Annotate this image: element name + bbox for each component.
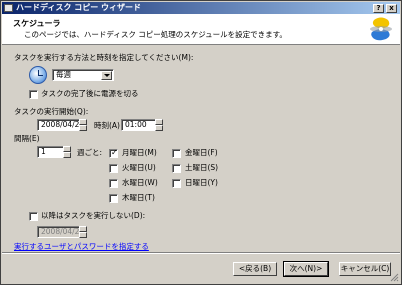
resize-grip-icon[interactable] bbox=[390, 273, 399, 282]
start-label: タスクの実行開始(Q): bbox=[14, 107, 89, 116]
wednesday-label: 水曜日(W) bbox=[122, 178, 158, 187]
interval-unit: 週ごと: bbox=[77, 148, 103, 157]
wizard-header: スケジューラ このページでは、ハードディスク コピー処理のスケジュールを設定でき… bbox=[2, 14, 400, 45]
friday-checkbox[interactable] bbox=[172, 149, 181, 158]
wednesday-checkbox[interactable] bbox=[109, 179, 118, 188]
sunday-label: 日曜日(Y) bbox=[185, 178, 218, 187]
page-description: このページでは、ハードディスク コピー処理のスケジュールを設定できます。 bbox=[24, 30, 287, 39]
wizard-icon bbox=[4, 4, 13, 12]
specify-user-password-link[interactable]: 実行するユーザとパスワードを指定する bbox=[14, 241, 149, 252]
friday-label: 金曜日(F) bbox=[185, 148, 218, 157]
schedule-type-select[interactable]: 毎週 bbox=[52, 69, 114, 81]
end-date-label: 以降はタスクを実行しない(D): bbox=[41, 211, 146, 220]
saturday-checkbox[interactable] bbox=[172, 164, 181, 173]
chevron-down-icon[interactable] bbox=[101, 71, 112, 80]
end-date-value: 2008/04/21 bbox=[41, 227, 85, 236]
title-bar: ハードディスク コピー ウィザード ? x bbox=[2, 2, 400, 14]
start-time-value: 01:00 bbox=[125, 120, 147, 129]
interval-value: 1 bbox=[41, 147, 46, 156]
end-date-checkbox[interactable] bbox=[29, 212, 38, 221]
wizard-window: ハードディスク コピー ウィザード ? x スケジューラ このページでは、ハード… bbox=[0, 0, 402, 285]
start-time-spinner[interactable] bbox=[155, 119, 163, 131]
schedule-type-value: 毎週 bbox=[56, 70, 71, 79]
tuesday-label: 火曜日(U) bbox=[122, 163, 156, 172]
interval-spinner[interactable] bbox=[63, 146, 71, 158]
time-label: 時刻(A) bbox=[94, 121, 120, 130]
help-button[interactable]: ? bbox=[373, 4, 384, 13]
monday-checkbox[interactable]: ✓ bbox=[109, 148, 118, 158]
start-date-value: 2008/04/21 bbox=[41, 120, 85, 129]
thursday-checkbox[interactable] bbox=[109, 194, 118, 203]
sunday-checkbox[interactable] bbox=[172, 179, 181, 188]
back-button[interactable]: <戻る(B) bbox=[233, 262, 277, 276]
disk-copy-logo bbox=[370, 17, 392, 41]
interval-label: 間隔(E) bbox=[14, 134, 40, 143]
saturday-label: 土曜日(S) bbox=[185, 163, 219, 172]
power-off-label: タスクの完了後に電源を切る bbox=[41, 89, 139, 98]
next-button[interactable]: 次へ(N)> bbox=[283, 261, 329, 277]
close-button[interactable]: x bbox=[386, 4, 397, 13]
button-separator bbox=[2, 252, 400, 254]
window-title: ハードディスク コピー ウィザード bbox=[16, 3, 142, 12]
tuesday-checkbox[interactable] bbox=[109, 164, 118, 173]
method-label: タスクを実行する方法と時刻を指定してください(M): bbox=[14, 53, 194, 62]
page-title: スケジューラ bbox=[13, 19, 61, 28]
power-off-checkbox[interactable] bbox=[29, 90, 38, 99]
clock-icon bbox=[29, 66, 47, 84]
thursday-label: 木曜日(T) bbox=[122, 193, 155, 202]
monday-label: 月曜日(M) bbox=[122, 148, 157, 157]
cancel-button[interactable]: キャンセル(C) bbox=[339, 262, 391, 276]
start-date-spinner[interactable] bbox=[79, 119, 87, 131]
end-date-spinner[interactable] bbox=[79, 226, 87, 238]
